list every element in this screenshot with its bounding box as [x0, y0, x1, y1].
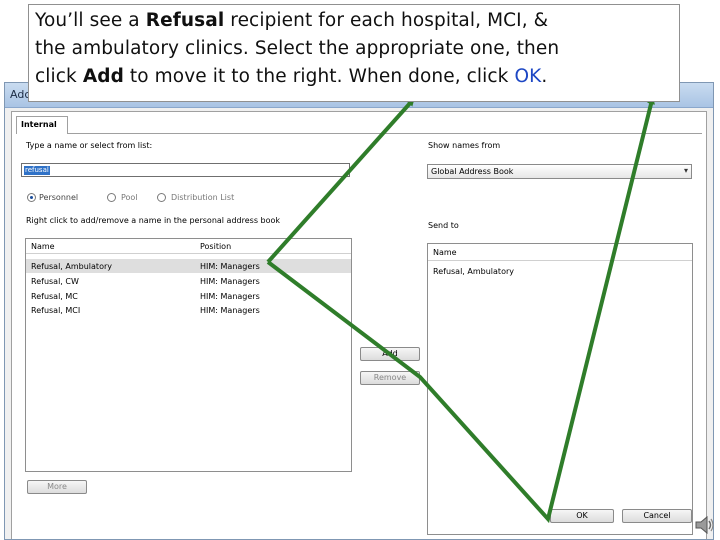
caption-text: recipient for each hospital, MCI, & [224, 10, 549, 31]
send-to-list-header: Name [428, 244, 692, 261]
recipient-position: HIM: Managers [200, 277, 260, 286]
caption-text: click [35, 66, 83, 87]
cancel-button[interactable]: Cancel [622, 509, 692, 523]
recipient-row-cw[interactable]: Refusal, CW HIM: Managers [26, 274, 351, 288]
radio-personnel[interactable] [27, 193, 36, 202]
recipient-name: Refusal, MC [31, 292, 78, 301]
caption-line-3: click Add to move it to the right. When … [35, 63, 679, 91]
radio-personnel-label: Personnel [39, 193, 79, 202]
caption-refusal: Refusal [145, 10, 225, 31]
column-header-name[interactable]: Name [31, 242, 55, 251]
caption-text: . [541, 66, 548, 87]
tab-strip-line [68, 133, 702, 134]
radio-pool-label: Pool [121, 193, 138, 202]
recipient-name: Refusal, CW [31, 277, 79, 286]
recipient-position: HIM: Managers [200, 292, 260, 301]
ok-button[interactable]: OK [550, 509, 614, 523]
address-book-value: Global Address Book [431, 167, 514, 176]
send-to-row[interactable]: Refusal, Ambulatory [428, 264, 692, 278]
recipient-list-header: Name Position [26, 239, 351, 254]
speaker-icon[interactable] [694, 514, 716, 536]
radio-distribution-list[interactable] [157, 193, 166, 202]
caption-text: You’ll see a [35, 10, 146, 31]
recipient-row-mc[interactable]: Refusal, MC HIM: Managers [26, 289, 351, 303]
recipient-list[interactable]: Name Position Refusal, Ambulatory HIM: M… [25, 238, 352, 472]
caption-line-2: the ambulatory clinics. Select the appro… [35, 38, 560, 59]
send-to-label: Send to [428, 221, 459, 230]
column-header-position[interactable]: Position [200, 242, 231, 251]
radio-distribution-list-label: Distribution List [171, 193, 235, 202]
caption-text: to move it to the right. When done, clic… [123, 66, 515, 87]
search-input[interactable]: refusal [21, 163, 350, 177]
recipient-position: HIM: Managers [200, 262, 260, 271]
send-to-name: Refusal, Ambulatory [433, 267, 514, 276]
search-input-value: refusal [24, 166, 50, 175]
more-button[interactable]: More [27, 480, 87, 494]
caption-ok: OK [514, 66, 542, 87]
recipient-position: HIM: Managers [200, 306, 260, 315]
tab-internal[interactable]: Internal [16, 116, 68, 134]
recipient-name: Refusal, MCI [31, 306, 81, 315]
address-book-select[interactable]: Global Address Book ▾ [427, 164, 692, 179]
type-name-label: Type a name or select from list: [26, 141, 153, 150]
address-book-hint: Right click to add/remove a name in the … [26, 216, 281, 225]
caption-line-1: You’ll see a Refusal recipient for each … [35, 7, 679, 35]
show-names-label: Show names from [428, 141, 501, 150]
remove-button[interactable]: Remove [360, 371, 420, 385]
caption-add: Add [82, 66, 124, 87]
column-header-name[interactable]: Name [433, 248, 457, 257]
recipient-row-mci[interactable]: Refusal, MCI HIM: Managers [26, 303, 351, 317]
chevron-down-icon: ▾ [683, 166, 688, 175]
recipient-row-ambulatory[interactable]: Refusal, Ambulatory HIM: Managers [26, 259, 351, 273]
add-button[interactable]: Add [360, 347, 420, 361]
recipient-name: Refusal, Ambulatory [31, 262, 112, 271]
radio-pool[interactable] [107, 193, 116, 202]
instruction-caption: You’ll see a Refusal recipient for each … [28, 4, 680, 102]
send-to-list[interactable]: Name Refusal, Ambulatory [427, 243, 693, 535]
